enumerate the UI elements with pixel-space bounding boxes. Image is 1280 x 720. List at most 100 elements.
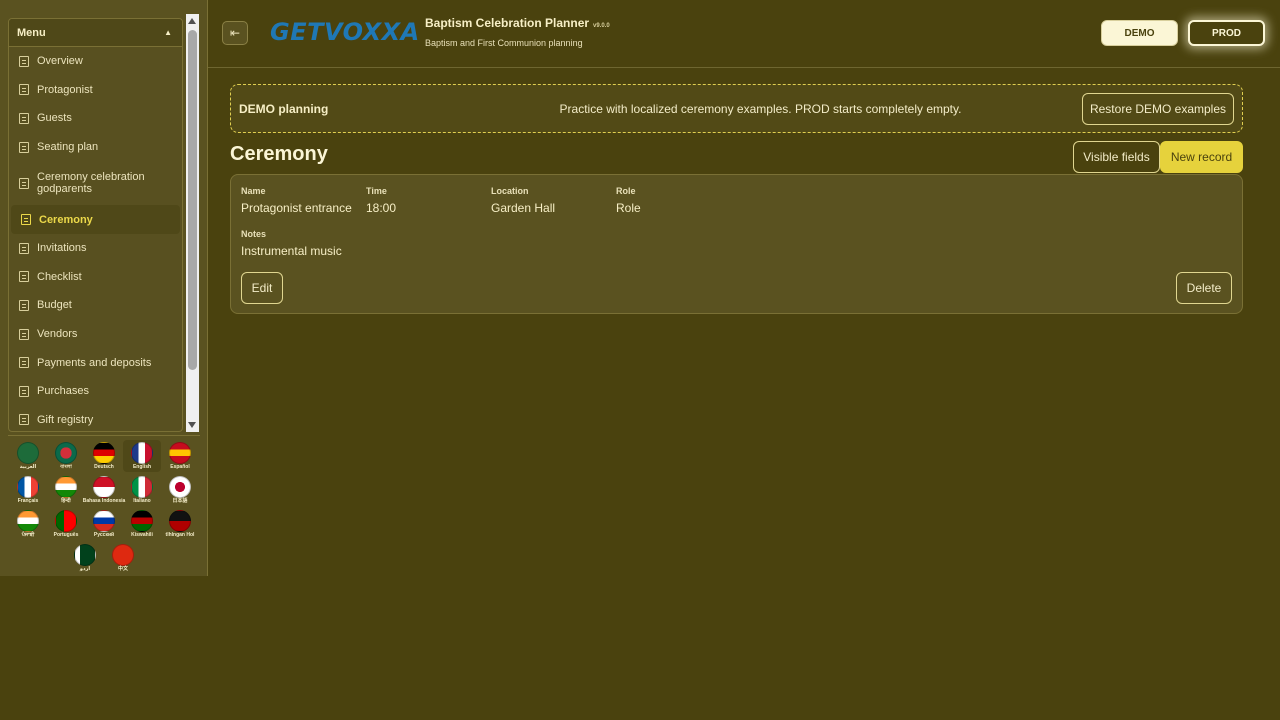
sidebar-item-vendors[interactable]: Vendors — [9, 320, 182, 349]
list-icon — [19, 141, 29, 153]
list-icon — [19, 177, 29, 189]
flag-icon — [93, 442, 115, 464]
list-icon — [19, 414, 29, 426]
sidebar-item-checklist[interactable]: Checklist — [9, 263, 182, 292]
sidebar-item-label: Checklist — [37, 270, 82, 283]
flag-icon — [55, 510, 77, 532]
field-name: Name Protagonist entrance — [241, 186, 352, 215]
new-record-button[interactable]: New record — [1160, 141, 1243, 173]
language-option[interactable]: Français — [9, 474, 47, 506]
language-option[interactable]: Kiswahili — [123, 508, 161, 540]
sidebar-item-label: Payments and deposits — [37, 356, 152, 369]
language-option[interactable]: 中文 — [104, 542, 142, 574]
flag-icon — [17, 510, 39, 532]
sidebar-item-invitations[interactable]: Invitations — [9, 234, 182, 263]
language-label: Русский — [93, 532, 115, 538]
field-label: Time — [366, 186, 387, 196]
sidebar-scrollbar[interactable] — [186, 14, 199, 432]
language-option[interactable]: हिन्दी — [47, 474, 85, 506]
field-role: Role Role — [616, 186, 641, 215]
language-label: English — [132, 464, 152, 470]
list-icon — [19, 328, 29, 340]
scroll-up-icon[interactable] — [188, 18, 196, 24]
delete-button[interactable]: Delete — [1176, 272, 1232, 304]
language-label: Español — [170, 464, 190, 470]
sidebar-item-gift-registry[interactable]: Gift registry — [9, 406, 182, 431]
flag-icon — [131, 442, 153, 464]
edit-button[interactable]: Edit — [241, 272, 283, 304]
language-option[interactable]: Русский — [85, 508, 123, 540]
language-label: اردو — [79, 566, 91, 572]
sidebar: Menu ▲ Overview Protagonist Guests Seating … — [0, 0, 208, 576]
sidebar-item-budget[interactable]: Budget — [9, 291, 182, 320]
flag-icon — [17, 476, 39, 498]
field-value: Role — [616, 201, 641, 215]
language-option[interactable]: Bahasa Indonesia — [82, 474, 126, 506]
language-label: Italiano — [133, 498, 151, 504]
language-option[interactable]: العربية — [9, 440, 47, 472]
language-option[interactable]: বাংলা — [47, 440, 85, 472]
list-icon — [19, 271, 29, 283]
language-label: العربية — [19, 464, 37, 470]
field-label: Location — [491, 186, 529, 196]
visible-fields-button[interactable]: Visible fields — [1073, 141, 1160, 173]
language-label: 日本語 — [172, 498, 188, 504]
language-label: Português — [53, 532, 79, 538]
sidebar-item-label: Invitations — [37, 242, 87, 255]
sidebar-item-ceremony[interactable]: Ceremony — [11, 205, 180, 234]
language-option[interactable]: Deutsch — [85, 440, 123, 472]
sidebar-item-label: Protagonist — [37, 83, 93, 96]
demo-mode-button[interactable]: DEMO — [1101, 20, 1178, 46]
scroll-down-icon[interactable] — [188, 422, 196, 428]
field-value: Protagonist entrance — [241, 201, 352, 215]
sidebar-item-label: Gift registry — [37, 413, 94, 426]
collapse-menu-icon[interactable]: ▲ — [164, 28, 172, 37]
language-option[interactable]: Italiano — [123, 474, 161, 506]
divider — [8, 435, 200, 436]
language-option[interactable]: ਪੰਜਾਬੀ — [9, 508, 47, 540]
sidebar-item-seating-plan[interactable]: Seating plan — [9, 133, 182, 162]
field-notes: Notes Instrumental music — [241, 229, 342, 258]
list-icon — [19, 299, 29, 311]
language-label: বাংলা — [60, 464, 72, 470]
language-option[interactable]: Português — [47, 508, 85, 540]
toggle-sidebar-button[interactable]: ⇤ — [222, 21, 248, 45]
language-label: Bahasa Indonesia — [82, 498, 126, 504]
sidebar-item-label: Budget — [37, 299, 72, 312]
sidebar-item-guests[interactable]: Guests — [9, 104, 182, 133]
language-option[interactable]: English — [123, 440, 161, 472]
field-value: 18:00 — [366, 201, 397, 215]
sidebar-item-ceremony-celebration-godparents[interactable]: Ceremony celebration godparents — [9, 161, 182, 205]
flag-icon — [169, 510, 191, 532]
field-label: Name — [241, 186, 266, 196]
language-option[interactable]: Español — [161, 440, 199, 472]
sidebar-item-label: Overview — [37, 55, 83, 68]
sidebar-item-protagonist[interactable]: Protagonist — [9, 76, 182, 105]
flag-icon — [131, 476, 153, 498]
sidebar-item-label: Purchases — [37, 385, 89, 398]
sidebar-item-label: Ceremony celebration godparents — [37, 171, 145, 196]
sidebar-item-overview[interactable]: Overview — [9, 47, 182, 76]
language-option[interactable]: tlhIngan Hol — [161, 508, 199, 540]
field-value: Instrumental music — [241, 244, 342, 258]
field-label: Role — [616, 186, 636, 196]
list-icon — [19, 84, 29, 96]
restore-demo-button[interactable]: Restore DEMO examples — [1082, 92, 1234, 125]
logo: GETVOXXA — [270, 18, 419, 52]
language-label: Deutsch — [94, 464, 114, 470]
language-option[interactable]: اردو — [66, 542, 104, 574]
menu-header[interactable]: Menu ▲ — [9, 19, 182, 47]
scroll-thumb[interactable] — [188, 30, 197, 370]
flag-icon — [55, 476, 77, 498]
sidebar-item-label: Seating plan — [37, 141, 99, 154]
app-subtitle: Baptism and First Communion planning — [425, 38, 583, 48]
flag-icon — [112, 544, 134, 566]
sidebar-item-payments-and-deposits[interactable]: Payments and deposits — [9, 348, 182, 377]
sidebar-item-purchases[interactable]: Purchases — [9, 377, 182, 406]
language-label: 中文 — [117, 566, 128, 572]
prod-mode-button[interactable]: PROD — [1188, 20, 1265, 46]
sidebar-toggle-icon: ⇤ — [229, 26, 241, 40]
language-option[interactable]: 日本語 — [161, 474, 199, 506]
demo-banner-title: DEMO planning — [239, 101, 329, 116]
list-icon — [19, 385, 29, 397]
